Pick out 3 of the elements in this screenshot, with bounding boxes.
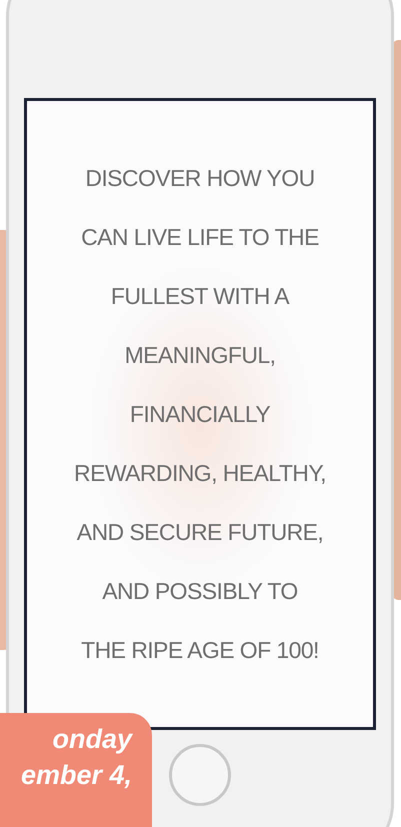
message-text: DISCOVER HOW YOU CAN LIVE LIFE TO THE FULLEST WITH A MEANINGFUL, FINANCIALLY REWARDING, HEALTHY, AND SECURE FUTURE, AND POSSIBLY TO THE RIPE AGE OF 100!	[74, 164, 326, 665]
date-text: ember 4,	[20, 759, 132, 792]
date-text: onday	[52, 723, 132, 756]
